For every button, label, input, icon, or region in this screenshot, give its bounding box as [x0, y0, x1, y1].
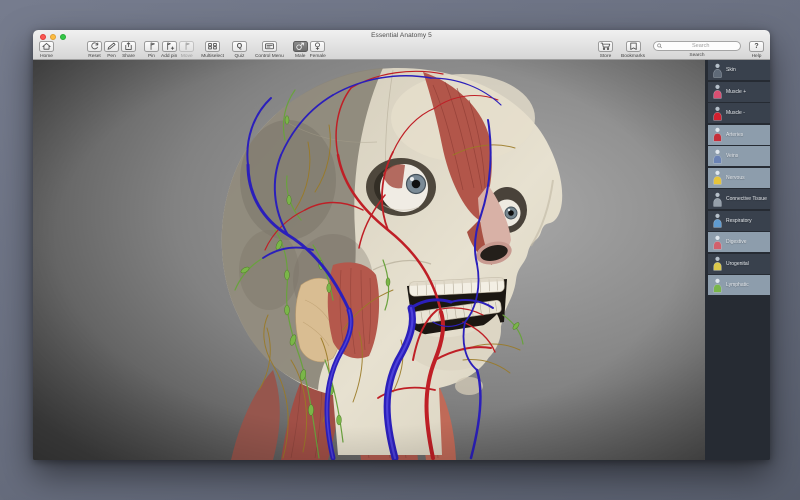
app-window: Essential Anatomy 5 Home Reset Pen — [33, 30, 770, 460]
toolbar-button-share[interactable]: Share — [121, 41, 136, 59]
titlebar: Essential Anatomy 5 — [33, 30, 770, 40]
muscle-plus-figure-icon — [712, 84, 723, 99]
store-cart-icon — [598, 41, 613, 52]
window-header: Essential Anatomy 5 Home Reset Pen — [33, 30, 770, 60]
sidebar-item-lymphatic[interactable]: Lymphatic — [708, 275, 770, 295]
sidebar-item-veins[interactable]: Veins — [708, 146, 770, 166]
toolbar-button-male[interactable]: Male — [293, 41, 308, 59]
multiselect-icon — [205, 41, 220, 52]
connective-tissue-figure-icon — [712, 192, 723, 207]
sidebar-item-connective-tissue[interactable]: Connective Tissue — [708, 189, 770, 209]
systems-sidebar: Skin Muscle + Muscle - Arteries Veins Ne — [705, 60, 770, 460]
sidebar-item-nervous[interactable]: Nervous — [708, 168, 770, 188]
reset-icon — [87, 41, 102, 52]
nervous-figure-icon — [712, 170, 723, 185]
search-label: Search — [689, 53, 704, 58]
control-menu-icon — [262, 41, 277, 52]
toolbar-button-quiz[interactable]: Q Quiz — [232, 41, 247, 59]
toolbar-button-control-menu[interactable]: Control Menu — [255, 41, 284, 59]
respiratory-figure-icon — [712, 213, 723, 228]
move-icon — [179, 41, 194, 52]
sidebar-item-muscle-minus[interactable]: Muscle - — [708, 103, 770, 123]
toolbar-button-store[interactable]: Store — [598, 41, 613, 59]
toolbar-button-bookmarks[interactable]: Bookmarks — [621, 41, 645, 59]
male-icon — [293, 41, 308, 52]
pen-icon — [104, 41, 119, 52]
toolbar-button-home[interactable]: Home — [39, 41, 54, 59]
lymphatic-figure-icon — [712, 278, 723, 293]
home-icon — [39, 41, 54, 52]
toolbar-button-help[interactable]: ? Help — [749, 41, 764, 59]
anatomy-3d-viewport[interactable] — [33, 60, 705, 460]
anatomy-model — [33, 60, 705, 460]
search-field-group: Search — [653, 41, 741, 58]
muscle-minus-figure-icon — [712, 106, 723, 121]
toolbar-button-reset[interactable]: Reset — [87, 41, 102, 59]
sidebar-item-muscle-plus[interactable]: Muscle + — [708, 82, 770, 102]
toolbar: Home Reset Pen Share — [33, 40, 770, 59]
toolbar-button-add-pin[interactable]: Add pin — [161, 41, 177, 59]
toolbar-button-pen[interactable]: Pen — [104, 41, 119, 59]
sidebar-item-skin[interactable]: Skin — [708, 60, 770, 80]
sidebar-item-digestive[interactable]: Digestive — [708, 232, 770, 252]
bookmarks-icon — [626, 41, 641, 52]
share-icon — [121, 41, 136, 52]
sidebar-item-urogenital[interactable]: Urogenital — [708, 254, 770, 274]
search-input[interactable] — [664, 43, 737, 49]
pin-icon — [144, 41, 159, 52]
toolbar-button-multiselect[interactable]: Multiselect — [201, 41, 224, 59]
skin-figure-icon — [712, 63, 723, 78]
veins-figure-icon — [712, 149, 723, 164]
sidebar-item-respiratory[interactable]: Respiratory — [708, 211, 770, 231]
digestive-figure-icon — [712, 235, 723, 250]
quiz-icon: Q — [232, 41, 247, 52]
toolbar-button-pin[interactable]: Pin — [144, 41, 159, 59]
help-icon: ? — [749, 41, 764, 52]
urogenital-figure-icon — [712, 256, 723, 271]
arteries-figure-icon — [712, 127, 723, 142]
window-title: Essential Anatomy 5 — [33, 32, 770, 39]
search-icon — [657, 43, 662, 49]
toolbar-button-move[interactable]: Move — [179, 41, 194, 59]
sidebar-item-arteries[interactable]: Arteries — [708, 125, 770, 145]
female-icon — [310, 41, 325, 52]
toolbar-button-female[interactable]: Female — [310, 41, 326, 59]
add-pin-icon — [162, 41, 177, 52]
